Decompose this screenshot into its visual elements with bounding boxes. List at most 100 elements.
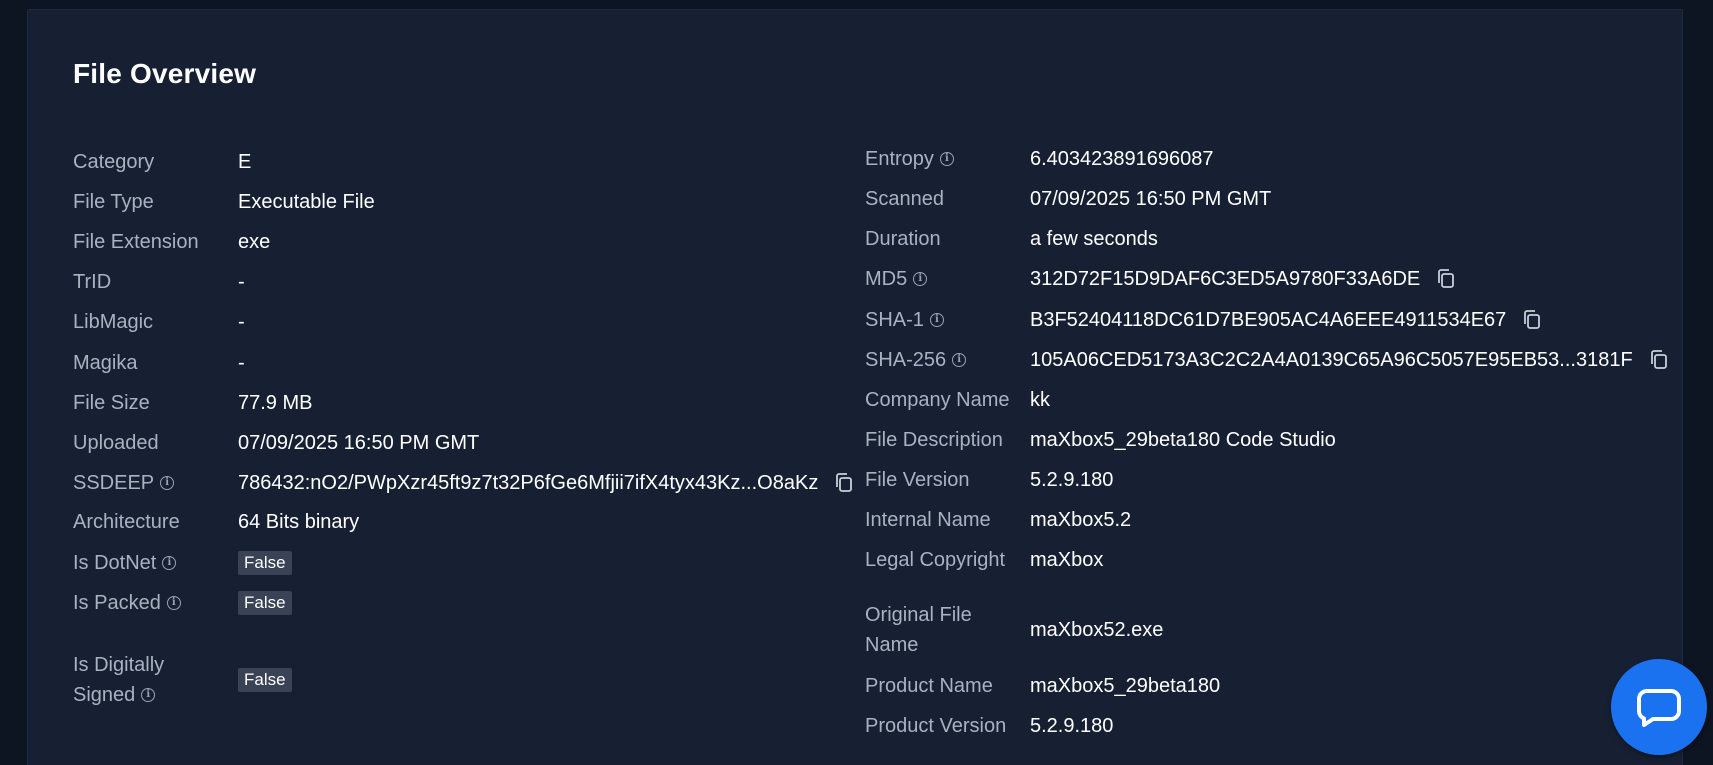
product-version-value: 5.2.9.180 bbox=[1030, 715, 1114, 737]
row-trid: TrID - bbox=[73, 267, 245, 297]
file-version-label: File Version bbox=[865, 469, 970, 491]
duration-value: a few seconds bbox=[1030, 228, 1158, 250]
row-original-file-name: Original File Name maXbox52.exe bbox=[865, 600, 1163, 660]
copy-icon[interactable] bbox=[1436, 268, 1456, 290]
info-icon[interactable]: i bbox=[166, 596, 181, 610]
original-file-name-label-line1: Original File bbox=[865, 604, 972, 626]
row-company-name: Company Name kk bbox=[865, 385, 1050, 415]
row-file-type: File Type Executable File bbox=[73, 187, 375, 217]
libmagic-label: LibMagic bbox=[73, 311, 154, 333]
is-digitally-signed-label-wrap: Is Digitally Signed i bbox=[73, 650, 238, 710]
is-dotnet-label: Is DotNet bbox=[73, 552, 157, 574]
md5-value: 312D72F15D9DAF6C3ED5A9780F33A6DE bbox=[1030, 268, 1421, 290]
scanned-value: 07/09/2025 16:50 PM GMT bbox=[1030, 188, 1272, 210]
sha1-value: B3F52404118DC61D7BE905AC4A6EEE4911534E67 bbox=[1030, 309, 1507, 331]
row-sha256: SHA-256 i 105A06CED5173A3C2C2A4A0139C65A… bbox=[865, 345, 1669, 375]
row-scanned: Scanned 07/09/2025 16:50 PM GMT bbox=[865, 184, 1271, 214]
info-icon[interactable]: i bbox=[160, 476, 175, 490]
category-value: E bbox=[238, 151, 252, 173]
file-size-label: File Size bbox=[73, 392, 150, 414]
sha1-label-wrap: SHA-1 i bbox=[865, 305, 1030, 335]
page-title: File Overview bbox=[73, 58, 257, 89]
architecture-value: 64 Bits binary bbox=[238, 511, 360, 533]
internal-name-label: Internal Name bbox=[865, 509, 991, 531]
architecture-label: Architecture bbox=[73, 511, 180, 533]
is-packed-label: Is Packed bbox=[73, 592, 161, 614]
entropy-value: 6.403423891696087 bbox=[1030, 148, 1214, 170]
ssdeep-label: SSDEEP bbox=[73, 472, 155, 494]
trid-label: TrID bbox=[73, 271, 112, 293]
row-magika: Magika - bbox=[73, 348, 245, 378]
row-file-version: File Version 5.2.9.180 bbox=[865, 465, 1113, 495]
uploaded-value: 07/09/2025 16:50 PM GMT bbox=[238, 432, 480, 454]
original-file-name-label-line2: Name bbox=[865, 634, 919, 656]
file-type-value: Executable File bbox=[238, 191, 375, 213]
product-name-value: maXbox5_29beta180 bbox=[1030, 675, 1221, 697]
entropy-label: Entropy bbox=[865, 148, 934, 170]
sha1-label: SHA-1 bbox=[865, 309, 924, 331]
file-size-value: 77.9 MB bbox=[238, 392, 313, 414]
file-description-value: maXbox5_29beta180 Code Studio bbox=[1030, 429, 1336, 451]
duration-label: Duration bbox=[865, 228, 941, 250]
trid-value: - bbox=[238, 271, 245, 293]
row-legal-copyright: Legal Copyright maXbox bbox=[865, 545, 1103, 575]
row-libmagic: LibMagic - bbox=[73, 307, 245, 337]
row-file-extension: File Extension exe bbox=[73, 227, 270, 257]
original-file-name-value: maXbox52.exe bbox=[1030, 619, 1164, 641]
entropy-label-wrap: Entropy i bbox=[865, 144, 1030, 174]
is-packed-label-wrap: Is Packed i bbox=[73, 588, 238, 618]
ssdeep-value: 786432:nO2/PWpXzr45ft9z7t32P6fGe6Mfjii7i… bbox=[238, 472, 819, 494]
row-sha1: SHA-1 i B3F52404118DC61D7BE905AC4A6EEE49… bbox=[865, 305, 1542, 335]
info-icon[interactable]: i bbox=[939, 152, 954, 166]
row-product-name: Product Name maXbox5_29beta180 bbox=[865, 671, 1220, 701]
company-name-label: Company Name bbox=[865, 389, 1010, 411]
product-version-label: Product Version bbox=[865, 715, 1007, 737]
row-product-version: Product Version 5.2.9.180 bbox=[865, 711, 1113, 741]
is-packed-badge: False bbox=[238, 591, 292, 615]
sha256-value: 105A06CED5173A3C2C2A4A0139C65A96C5057E95… bbox=[1030, 349, 1633, 371]
row-internal-name: Internal Name maXbox5.2 bbox=[865, 505, 1131, 535]
legal-copyright-value: maXbox bbox=[1030, 549, 1104, 571]
ssdeep-label-wrap: SSDEEP i bbox=[73, 468, 238, 498]
legal-copyright-label: Legal Copyright bbox=[865, 549, 1006, 571]
chat-button[interactable] bbox=[1611, 659, 1707, 755]
row-file-size: File Size 77.9 MB bbox=[73, 388, 312, 418]
row-architecture: Architecture 64 Bits binary bbox=[73, 507, 359, 537]
md5-label-wrap: MD5 i bbox=[865, 264, 1030, 294]
sha256-label: SHA-256 bbox=[865, 349, 947, 371]
info-icon[interactable]: i bbox=[162, 556, 177, 570]
magika-value: - bbox=[238, 352, 245, 374]
info-icon[interactable]: i bbox=[929, 313, 944, 327]
sha256-label-wrap: SHA-256 i bbox=[865, 345, 1030, 375]
row-file-description: File Description maXbox5_29beta180 Code … bbox=[865, 425, 1336, 455]
info-icon[interactable]: i bbox=[141, 688, 156, 702]
file-version-value: 5.2.9.180 bbox=[1030, 469, 1114, 491]
magika-label: Magika bbox=[73, 352, 138, 374]
md5-label: MD5 bbox=[865, 268, 908, 290]
chat-icon bbox=[1637, 687, 1681, 727]
scanned-label: Scanned bbox=[865, 188, 944, 210]
category-label: Category bbox=[73, 151, 155, 173]
is-digitally-signed-label-line1: Is Digitally bbox=[73, 654, 165, 676]
row-md5: MD5 i 312D72F15D9DAF6C3ED5A9780F33A6DE bbox=[865, 264, 1456, 294]
row-entropy: Entropy i 6.403423891696087 bbox=[865, 144, 1214, 174]
is-digitally-signed-badge: False bbox=[238, 668, 292, 692]
is-dotnet-badge: False bbox=[238, 551, 292, 575]
row-ssdeep: SSDEEP i 786432:nO2/PWpXzr45ft9z7t32P6fG… bbox=[73, 468, 854, 498]
copy-icon[interactable] bbox=[834, 472, 854, 494]
is-digitally-signed-label-line2: Signed bbox=[73, 684, 136, 706]
internal-name-value: maXbox5.2 bbox=[1030, 509, 1132, 531]
row-is-dotnet: Is DotNet i False bbox=[73, 548, 292, 578]
uploaded-label: Uploaded bbox=[73, 432, 159, 454]
copy-icon[interactable] bbox=[1649, 349, 1669, 371]
info-icon[interactable]: i bbox=[913, 272, 928, 286]
is-dotnet-label-wrap: Is DotNet i bbox=[73, 548, 238, 578]
row-is-digitally-signed: Is Digitally Signed i False bbox=[73, 650, 292, 710]
copy-icon[interactable] bbox=[1522, 309, 1542, 331]
file-extension-label: File Extension bbox=[73, 231, 199, 253]
file-extension-value: exe bbox=[238, 231, 271, 253]
row-uploaded: Uploaded 07/09/2025 16:50 PM GMT bbox=[73, 428, 479, 458]
info-icon[interactable]: i bbox=[952, 353, 967, 367]
product-name-label: Product Name bbox=[865, 675, 993, 697]
libmagic-value: - bbox=[238, 311, 245, 333]
